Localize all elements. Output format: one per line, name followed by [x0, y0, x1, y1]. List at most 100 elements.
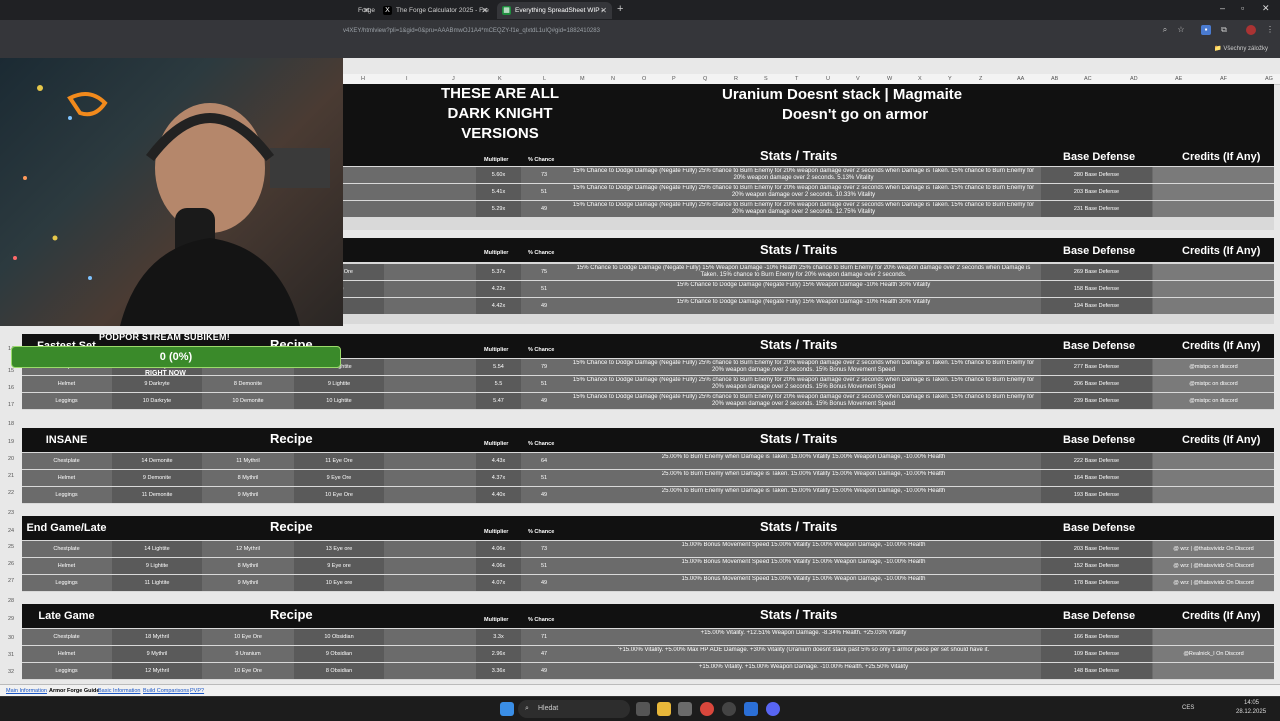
chance-cell[interactable]: 64	[522, 453, 566, 469]
stats-cell[interactable]: 15% Chance to Dodge Damage (Negate Fully…	[567, 282, 1040, 296]
column-letter[interactable]: X	[918, 76, 922, 82]
row-number[interactable]: 27	[0, 578, 22, 584]
base-defense-cell[interactable]: 222 Base Defense	[1041, 453, 1152, 469]
stats-cell[interactable]: 15% Chance to Dodge Damage (Negate Fully…	[567, 202, 1040, 216]
multiplier-cell[interactable]: 3.36x	[476, 663, 521, 679]
row-number[interactable]: 29	[0, 616, 22, 622]
stats-cell[interactable]: 15% Chance to Dodge Damage (Negate Fully…	[567, 394, 1040, 408]
row-number[interactable]: 19	[0, 439, 22, 445]
multiplier-cell[interactable]: 4.40x	[476, 487, 521, 503]
chance-cell[interactable]: 49	[522, 201, 566, 217]
chance-cell[interactable]: 51	[522, 281, 566, 297]
multiplier-cell[interactable]: 3.3x	[476, 629, 521, 645]
chance-cell[interactable]: 75	[522, 264, 566, 280]
multiplier-cell[interactable]: 4.07x	[476, 575, 521, 591]
recipe-cell[interactable]: 10 Eye Ore	[203, 663, 293, 679]
row-number[interactable]: 20	[0, 456, 22, 462]
recipe-cell[interactable]: 9 Mythril	[203, 487, 293, 503]
credits-cell[interactable]	[1153, 167, 1274, 183]
armor-piece-cell[interactable]: Leggings	[22, 393, 111, 409]
armor-piece-cell[interactable]: Leggings	[22, 487, 111, 503]
recipe-cell[interactable]: 9 Obsidian	[294, 646, 384, 662]
base-defense-cell[interactable]: 178 Base Defense	[1041, 575, 1152, 591]
armor-piece-cell[interactable]: Leggings	[22, 575, 111, 591]
browser-tab-active[interactable]: ▦ Everything SpreadSheet WIP - ✕	[497, 2, 612, 19]
recipe-cell[interactable]: 9 Mythril	[203, 575, 293, 591]
clock-date[interactable]: 28.12.2025	[1236, 709, 1266, 715]
stats-cell[interactable]: 15.00% Bonus Movement Speed 15.00% Vital…	[567, 559, 1040, 573]
empty-cell[interactable]	[385, 487, 475, 503]
recipe-cell[interactable]: 14 Demonite	[112, 453, 202, 469]
row-number[interactable]: 24	[0, 528, 22, 534]
recipe-cell[interactable]: 10 Obsidian	[294, 629, 384, 645]
row-number[interactable]: 21	[0, 473, 22, 479]
recipe-cell[interactable]: 8 Mythril	[203, 470, 293, 486]
close-tab-icon[interactable]: ✕	[481, 2, 488, 19]
chance-cell[interactable]: 49	[522, 575, 566, 591]
row-number[interactable]: 22	[0, 490, 22, 496]
credits-cell[interactable]	[1153, 184, 1274, 200]
maximize-icon[interactable]: ▫	[1241, 3, 1244, 13]
recipe-cell[interactable]: 13 Eye ore	[294, 541, 384, 557]
credits-cell[interactable]	[1153, 487, 1274, 503]
armor-piece-cell[interactable]: Helmet	[22, 646, 111, 662]
chance-cell[interactable]: 49	[522, 487, 566, 503]
close-tab-icon[interactable]: ✕	[363, 2, 370, 19]
credits-cell[interactable]	[1153, 264, 1274, 280]
column-letter[interactable]: L	[543, 76, 546, 82]
chance-cell[interactable]: 49	[522, 393, 566, 409]
recipe-cell[interactable]: 11 Mythril	[203, 453, 293, 469]
empty-cell[interactable]	[385, 558, 475, 574]
browser-tab[interactable]: Forge ✕	[340, 2, 375, 19]
stats-cell[interactable]: 15.00% Bonus Movement Speed 15.00% Vital…	[567, 576, 1040, 590]
empty-cell[interactable]	[385, 646, 475, 662]
sheet-tab-main-information[interactable]: Main Information	[6, 686, 47, 696]
stats-cell[interactable]: '+15.00% Vitality. +5.00% Max HP AOE Dam…	[567, 647, 1040, 661]
credits-cell[interactable]: @mistpc on discord	[1153, 359, 1274, 375]
column-letter[interactable]: AD	[1130, 76, 1138, 82]
column-letter[interactable]: Z	[979, 76, 982, 82]
puzzle-icon[interactable]: ⧉	[1219, 25, 1229, 35]
sheet-tab-armor-forge-guide[interactable]: Armor Forge Guide	[49, 686, 99, 696]
language-indicator[interactable]: CES	[1182, 705, 1194, 711]
column-letter[interactable]: W	[887, 76, 892, 82]
all-bookmarks[interactable]: 📁 Všechny záložky	[1214, 45, 1268, 52]
stats-cell[interactable]: 15% Chance to Dodge Damage (Negate Fully…	[567, 168, 1040, 182]
stats-cell[interactable]: +15.00% Vitality. +12.51% Weapon Damage.…	[567, 630, 1040, 644]
credits-cell[interactable]: @ wrz | @thatsvividz On Discord	[1153, 558, 1274, 574]
column-letter[interactable]: AC	[1084, 76, 1092, 82]
recipe-cell[interactable]: 10 Eye Ore	[203, 629, 293, 645]
row-number[interactable]: 26	[0, 561, 22, 567]
recipe-cell[interactable]: 12 Mythril	[112, 663, 202, 679]
settings-gear-icon[interactable]	[722, 702, 736, 716]
base-defense-cell[interactable]: 148 Base Defense	[1041, 663, 1152, 679]
credits-cell[interactable]	[1153, 629, 1274, 645]
multiplier-cell[interactable]: 4.42x	[476, 298, 521, 314]
chance-cell[interactable]: 51	[522, 470, 566, 486]
empty-cell[interactable]	[385, 201, 475, 217]
chance-cell[interactable]: 73	[522, 541, 566, 557]
chrome-icon[interactable]	[700, 702, 714, 716]
column-letter[interactable]: J	[452, 76, 455, 82]
credits-cell[interactable]	[1153, 281, 1274, 297]
base-defense-cell[interactable]: 164 Base Defense	[1041, 470, 1152, 486]
row-number[interactable]: 23	[0, 510, 22, 516]
recipe-cell[interactable]: 11 Lightite	[112, 575, 202, 591]
base-defense-cell[interactable]: 203 Base Defense	[1041, 541, 1152, 557]
empty-cell[interactable]	[385, 359, 475, 375]
row-number[interactable]: 30	[0, 635, 22, 641]
credits-cell[interactable]	[1153, 298, 1274, 314]
recipe-cell[interactable]: 8 Mythril	[203, 558, 293, 574]
stats-cell[interactable]: 15% Chance to Dodge Damage (Negate Fully…	[567, 299, 1040, 313]
recipe-cell[interactable]: 8 Obsidian	[294, 663, 384, 679]
credits-cell[interactable]	[1153, 201, 1274, 217]
multiplier-cell[interactable]: 5.47	[476, 393, 521, 409]
recipe-cell[interactable]: 9 Demonite	[112, 470, 202, 486]
stats-cell[interactable]: 15% Chance to Dodge Damage (Negate Fully…	[567, 360, 1040, 374]
armor-piece-cell[interactable]: Chestplate	[22, 629, 111, 645]
store-icon[interactable]	[678, 702, 692, 716]
recipe-cell[interactable]: 9 Darkryte	[112, 376, 202, 392]
column-letter[interactable]: AB	[1051, 76, 1058, 82]
stats-cell[interactable]: 15% Chance to Dodge Damage (Negate Fully…	[567, 265, 1040, 279]
empty-cell[interactable]	[385, 453, 475, 469]
